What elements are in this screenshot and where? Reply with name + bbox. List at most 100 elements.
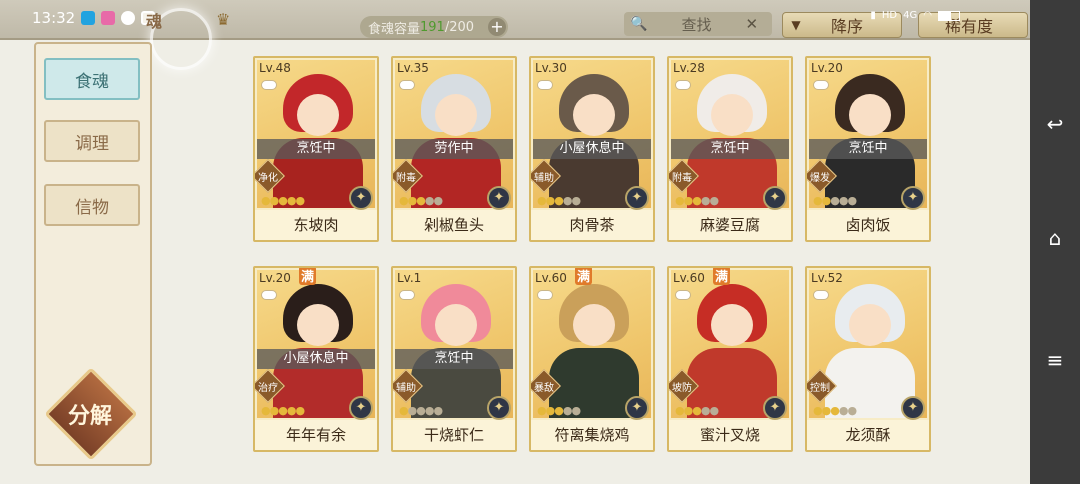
decompose-button[interactable]: 分解	[44, 367, 138, 461]
app-icon	[101, 11, 116, 25]
star-rating: ●●●●●	[675, 194, 719, 207]
chat-bubble-icon	[813, 80, 829, 90]
food-soul-card[interactable]: Lv.1 烹饪中 辅助 ●●●●● ✦ 干烧虾仁	[391, 266, 517, 452]
food-soul-name: 肉骨茶	[531, 210, 653, 240]
equipment-icon[interactable]: ✦	[349, 186, 373, 210]
food-soul-card[interactable]: Lv.20 满小屋休息中治疗 ●●●●● ✦ 年年有余	[253, 266, 379, 452]
role-label: 治疗	[258, 383, 278, 394]
search-icon: 🔍	[630, 16, 648, 32]
food-soul-grid: Lv.48 烹饪中 净化 ●●●●● ✦ 东坡肉 Lv.35 劳作中 附毒 ●●●●● ✦ 剁椒鱼头 L…	[253, 56, 943, 456]
role-label: 暴敌	[534, 383, 554, 394]
tab-tokens[interactable]: 信物	[44, 184, 140, 226]
back-icon[interactable]: ↩	[1043, 112, 1067, 136]
wifi-icon: ◠	[923, 10, 932, 21]
equipment-icon[interactable]: ✦	[625, 186, 649, 210]
add-capacity-button[interactable]: +	[488, 18, 506, 36]
role-label: 爆发	[810, 173, 830, 184]
status-overlay: 烹饪中	[257, 139, 375, 159]
star-rating: ●●●●●	[399, 194, 443, 207]
status-overlay: 小屋休息中	[257, 349, 375, 369]
role-label: 坡防	[672, 383, 692, 394]
star-rating: ●●●●●	[813, 194, 857, 207]
food-soul-name: 卤肉饭	[807, 210, 929, 240]
capacity-label: 食魂容量	[368, 21, 421, 37]
vibrate-icon: ▮	[870, 10, 876, 21]
level-label: Lv.20	[259, 271, 291, 285]
star-rating: ●●●●●	[399, 404, 443, 417]
chat-bubble-icon	[675, 290, 691, 300]
chat-bubble-icon	[261, 80, 277, 90]
food-soul-card[interactable]: Lv.52 控制 ●●●●● ✦ 龙须酥	[805, 266, 931, 452]
level-label: Lv.60	[535, 271, 567, 285]
food-soul-name: 蜜汁叉烧	[669, 420, 791, 450]
page-title-partial: 魂	[146, 12, 163, 31]
tab-label: 食魂	[75, 71, 109, 92]
food-soul-card[interactable]: Lv.20 烹饪中 爆发 ●●●●● ✦ 卤肉饭	[805, 56, 931, 242]
chat-bubble-icon	[537, 290, 553, 300]
search-placeholder: 查找	[681, 15, 712, 34]
equipment-icon[interactable]: ✦	[349, 396, 373, 420]
star-rating: ●●●●●	[675, 404, 719, 417]
home-icon[interactable]: ⌂	[1043, 226, 1067, 250]
level-label: Lv.52	[811, 271, 843, 285]
network-badge: 4G	[903, 10, 918, 21]
star-rating: ●●●●●	[261, 194, 305, 207]
chat-bubble-icon	[813, 290, 829, 300]
max-badge: 满	[575, 268, 593, 285]
status-overlay: 劳作中	[395, 139, 513, 159]
crown-icon: ♛	[216, 10, 231, 29]
system-icons: ▮ HD 4G ◠	[870, 10, 960, 21]
equipment-icon[interactable]: ✦	[487, 186, 511, 210]
clear-icon[interactable]: ✕	[745, 15, 758, 33]
food-soul-card[interactable]: Lv.35 劳作中 附毒 ●●●●● ✦ 剁椒鱼头	[391, 56, 517, 242]
equipment-icon[interactable]: ✦	[901, 396, 925, 420]
chat-bubble-icon	[675, 80, 691, 90]
tab-food-souls[interactable]: 食魂	[44, 58, 140, 100]
chevron-down-icon: ▼	[791, 18, 801, 32]
menu-icon[interactable]: ≡	[1043, 348, 1067, 372]
status-overlay: 烹饪中	[395, 349, 513, 369]
level-label: Lv.60	[673, 271, 705, 285]
clock: 13:32	[32, 9, 76, 27]
role-label: 附毒	[672, 173, 692, 184]
status-bar: 13:32	[0, 0, 156, 36]
tab-condition[interactable]: 调理	[44, 120, 140, 162]
capacity-count: 191	[420, 19, 445, 35]
sort-order-label: 降序	[831, 17, 864, 36]
capacity-display: 食魂容量 191 /200 +	[360, 16, 508, 38]
max-badge: 满	[299, 268, 317, 285]
level-label: Lv.1	[397, 271, 422, 285]
equipment-icon[interactable]: ✦	[763, 186, 787, 210]
food-soul-name: 年年有余	[255, 420, 377, 450]
equipment-icon[interactable]: ✦	[901, 186, 925, 210]
level-label: Lv.48	[259, 61, 291, 75]
level-label: Lv.28	[673, 61, 705, 75]
food-soul-card[interactable]: Lv.28 烹饪中 附毒 ●●●●● ✦ 麻婆豆腐	[667, 56, 793, 242]
hd-badge: HD	[881, 10, 898, 21]
food-soul-card[interactable]: Lv.48 烹饪中 净化 ●●●●● ✦ 东坡肉	[253, 56, 379, 242]
level-label: Lv.35	[397, 61, 429, 75]
max-badge: 满	[713, 268, 731, 285]
equipment-icon[interactable]: ✦	[487, 396, 511, 420]
equipment-icon[interactable]: ✦	[763, 396, 787, 420]
status-overlay: 烹饪中	[671, 139, 789, 159]
food-soul-card[interactable]: Lv.60 满暴敌 ●●●●● ✦ 符离集烧鸡	[529, 266, 655, 452]
search-input[interactable]: 🔍 查找 ✕	[624, 12, 772, 36]
star-rating: ●●●●●	[537, 194, 581, 207]
chat-bubble-icon	[261, 290, 277, 300]
sidebar: 食魂 调理 信物 分解	[34, 42, 152, 466]
food-soul-name: 符离集烧鸡	[531, 420, 653, 450]
food-soul-card[interactable]: Lv.60 满坡防 ●●●●● ✦ 蜜汁叉烧	[667, 266, 793, 452]
star-rating: ●●●●●	[261, 404, 305, 417]
chat-bubble-icon	[399, 290, 415, 300]
food-soul-card[interactable]: Lv.30 小屋休息中 辅助 ●●●●● ✦ 肉骨茶	[529, 56, 655, 242]
chat-bubble-icon	[399, 80, 415, 90]
battery-icon	[938, 10, 960, 21]
chat-bubble-icon	[537, 80, 553, 90]
top-bar: 13:32 魂 ♛ 食魂容量 191 /200 + 🔍 查找 ✕ ▼ 降序 稀有…	[0, 0, 1030, 70]
equipment-icon[interactable]: ✦	[625, 396, 649, 420]
star-rating: ●●●●●	[813, 404, 857, 417]
app-icon	[121, 11, 136, 25]
role-label: 控制	[810, 383, 830, 394]
food-soul-name: 干烧虾仁	[393, 420, 515, 450]
